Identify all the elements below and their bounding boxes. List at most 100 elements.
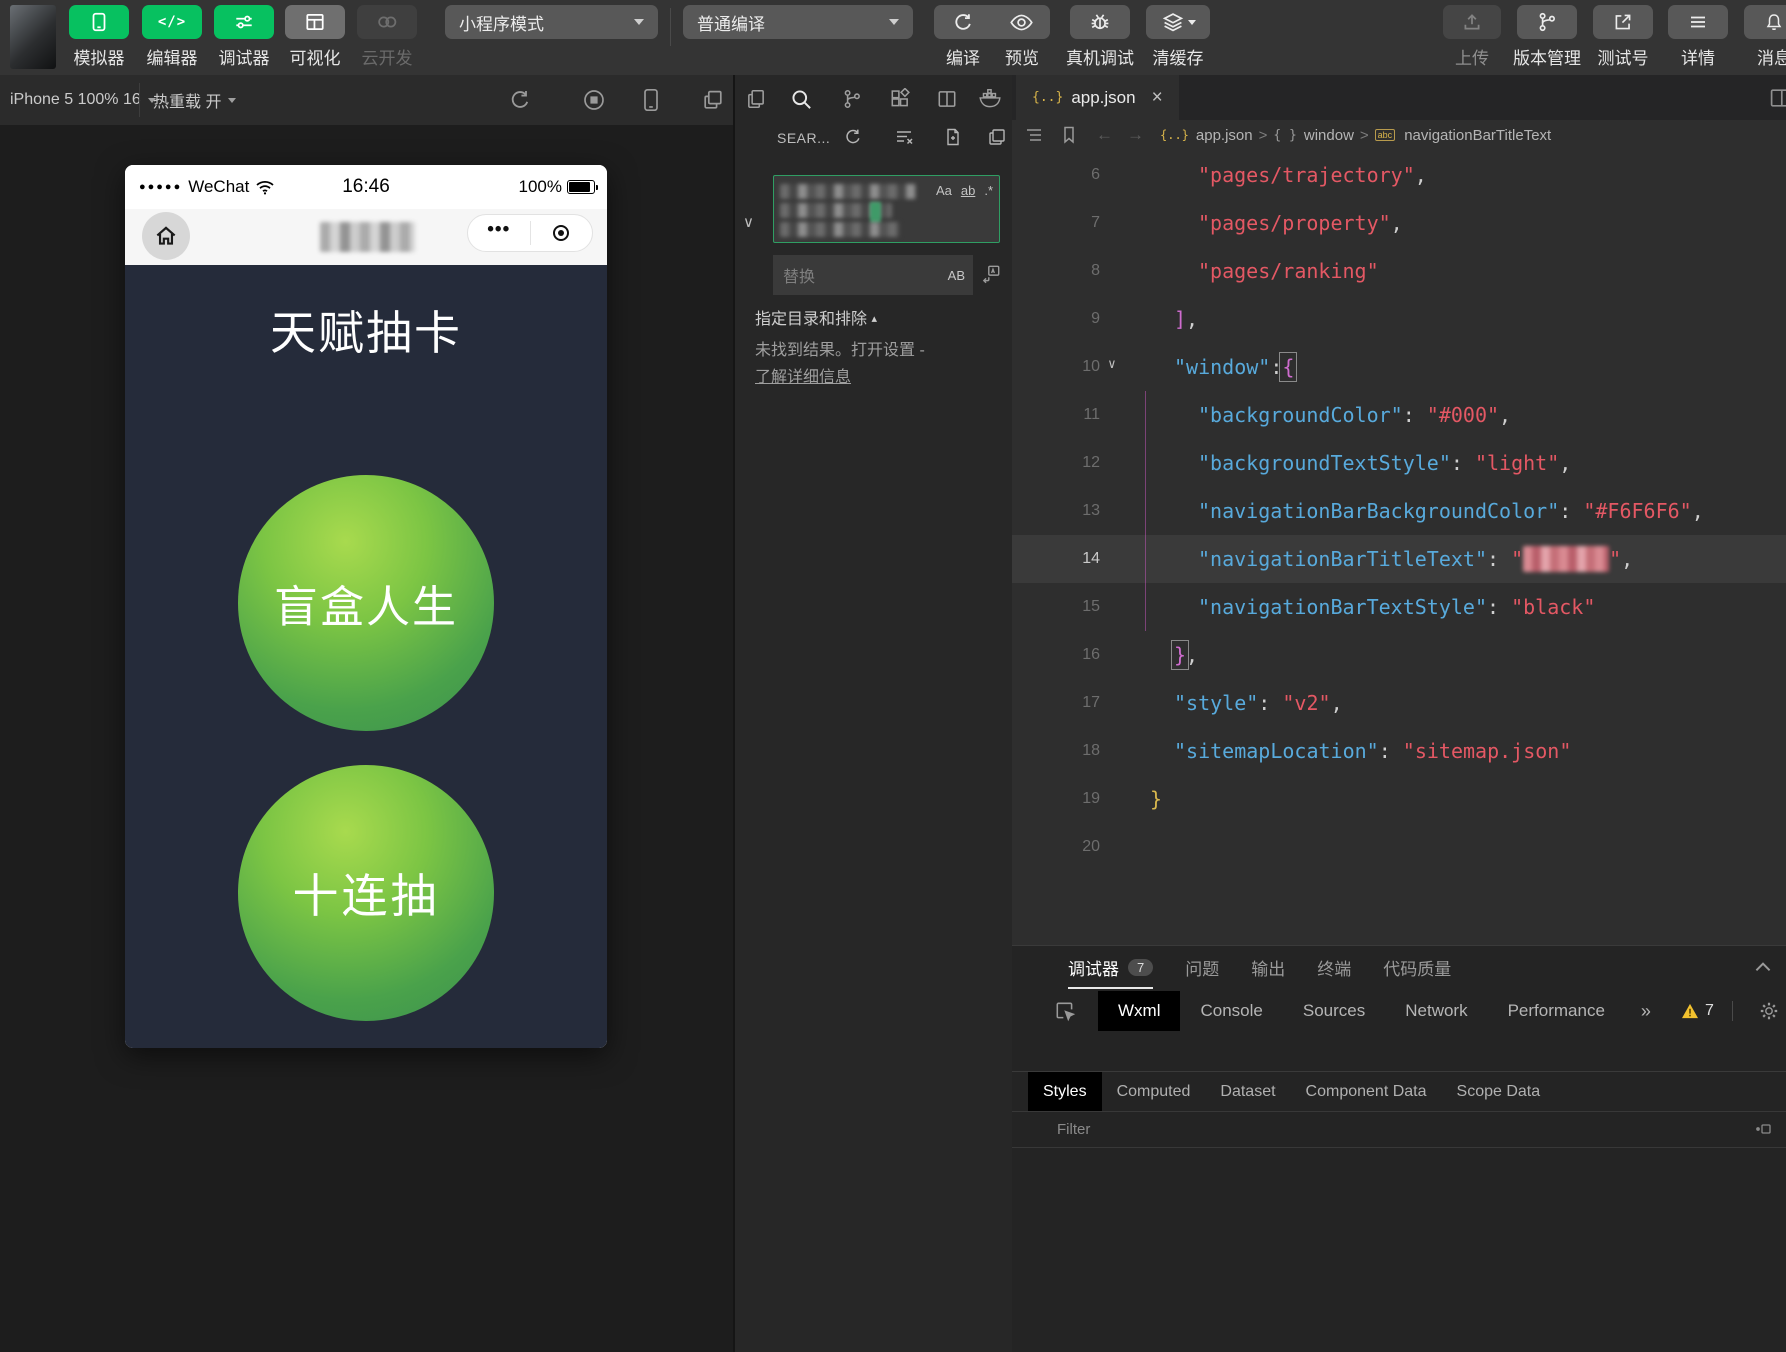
panel-tab-代码质量[interactable]: 代码质量 <box>1383 955 1451 980</box>
styles-tab-component-data[interactable]: Component Data <box>1291 1072 1442 1112</box>
preview-button[interactable] <box>992 5 1050 39</box>
search-icon[interactable] <box>790 88 814 112</box>
ten-draw-button[interactable]: 十连抽 <box>238 765 494 1021</box>
more-tabs-icon[interactable]: » <box>1641 1001 1651 1022</box>
whole-word-toggle[interactable]: ab <box>961 183 975 198</box>
clear-cache-button[interactable]: 清缓存 <box>1143 0 1213 75</box>
breadcrumb-file[interactable]: app.json <box>1196 127 1253 144</box>
more-button[interactable]: ••• <box>468 215 530 251</box>
outline-list-icon[interactable] <box>1024 125 1046 145</box>
open-in-editor-icon[interactable] <box>987 127 1007 147</box>
messages-button[interactable]: 消息 <box>1743 0 1786 75</box>
mode-dropdown[interactable]: 小程序模式 <box>445 5 658 39</box>
regex-toggle[interactable]: .* <box>984 183 993 198</box>
version-button[interactable]: 版本管理 <box>1514 0 1580 75</box>
refresh-search-icon[interactable] <box>843 127 863 147</box>
token: , <box>1331 691 1343 715</box>
token: "light" <box>1475 451 1559 475</box>
devtools-tab-console[interactable]: Console <box>1180 991 1282 1031</box>
panel-tab-调试器[interactable]: 调试器7 <box>1068 955 1153 980</box>
filter-input[interactable]: Filter <box>1057 1121 1090 1138</box>
replace-input[interactable]: 替换 AB <box>773 255 973 295</box>
breadcrumb-leaf[interactable]: navigationBarTitleText <box>1404 127 1551 144</box>
code-line-18[interactable]: 18"sitemapLocation": "sitemap.json" <box>1012 727 1786 775</box>
extensions-icon[interactable] <box>889 88 913 112</box>
clear-results-icon[interactable] <box>895 127 915 147</box>
device-frame-icon[interactable] <box>640 88 664 112</box>
code-line-9[interactable]: 9], <box>1012 295 1786 343</box>
code-line-16[interactable]: 16}, <box>1012 631 1786 679</box>
user-avatar[interactable] <box>10 5 56 69</box>
close-tab-icon[interactable]: × <box>1152 87 1163 109</box>
stop-icon[interactable] <box>582 88 606 112</box>
styles-tab-scope-data[interactable]: Scope Data <box>1442 1072 1556 1112</box>
code-line-13[interactable]: 13"navigationBarBackgroundColor": "#F6F6… <box>1012 487 1786 535</box>
upload-button[interactable]: 上传 <box>1441 0 1503 75</box>
panel-tab-输出[interactable]: 输出 <box>1251 955 1285 980</box>
dirs-exclude-toggle[interactable]: 指定目录和排除 ▴ <box>755 305 877 329</box>
code-line-11[interactable]: 11"backgroundColor": "#000", <box>1012 391 1786 439</box>
forward-icon[interactable]: → <box>1127 125 1144 145</box>
learn-more-link[interactable]: 了解详细信息 <box>755 369 851 386</box>
token: "window" <box>1174 355 1270 379</box>
split-editor-icon[interactable] <box>1768 86 1786 110</box>
replace-all-icon[interactable] <box>980 263 1002 285</box>
new-search-editor-icon[interactable] <box>943 127 963 147</box>
cloud-dev-button[interactable]: 云开发 <box>356 0 418 75</box>
compile-mode-dropdown[interactable]: 普通编译 <box>683 5 913 39</box>
devtools-tab-sources[interactable]: Sources <box>1283 991 1385 1031</box>
visual-button[interactable]: 可视化 <box>284 0 346 75</box>
warning-counter[interactable]: 7 <box>1681 1002 1714 1020</box>
multi-window-icon[interactable] <box>701 88 725 112</box>
code-line-20[interactable]: 20 <box>1012 823 1786 871</box>
code-line-7[interactable]: 7"pages/property", <box>1012 199 1786 247</box>
code-line-8[interactable]: 8"pages/ranking" <box>1012 247 1786 295</box>
search-input[interactable]: Aa ab .* <box>773 175 1000 243</box>
split-editor-icon[interactable] <box>936 88 960 112</box>
devtools-tab-network[interactable]: Network <box>1385 991 1487 1031</box>
token: "navigationBarTitleText" <box>1198 547 1487 571</box>
code-line-6[interactable]: 6"pages/trajectory", <box>1012 151 1786 199</box>
styles-tab-dataset[interactable]: Dataset <box>1205 1072 1290 1112</box>
breadcrumb-node[interactable]: window <box>1304 127 1354 144</box>
fold-icon[interactable]: ∨ <box>1108 341 1116 389</box>
bookmark-icon[interactable] <box>1060 125 1082 145</box>
docker-icon[interactable] <box>978 88 1002 112</box>
blind-box-button[interactable]: 盲盒人生 <box>238 475 494 731</box>
code-line-15[interactable]: 15"navigationBarTextStyle": "black" <box>1012 583 1786 631</box>
simulator-button[interactable]: 模拟器 <box>68 0 130 75</box>
filter-options-icon[interactable] <box>1754 1120 1772 1138</box>
code-line-10[interactable]: 10∨"window":{ <box>1012 343 1786 391</box>
styles-tab-computed[interactable]: Computed <box>1102 1072 1206 1112</box>
panel-tab-问题[interactable]: 问题 <box>1185 955 1219 980</box>
code-line-17[interactable]: 17"style": "v2", <box>1012 679 1786 727</box>
chevron-up-icon[interactable] <box>1752 956 1774 978</box>
devtools-tab-wxml[interactable]: Wxml <box>1098 991 1180 1031</box>
inspect-icon[interactable] <box>1054 1000 1076 1022</box>
tab-app-json[interactable]: {..} app.json × <box>1016 75 1179 120</box>
hot-reload-toggle[interactable]: 热重载 开 <box>153 75 236 125</box>
restart-icon[interactable] <box>508 88 532 112</box>
test-account-button[interactable]: 测试号 <box>1591 0 1655 75</box>
details-button[interactable]: 详情 <box>1667 0 1729 75</box>
files-icon[interactable] <box>745 88 769 112</box>
styles-tab-styles[interactable]: Styles <box>1028 1072 1102 1112</box>
devtools-tab-performance[interactable]: Performance <box>1488 991 1625 1031</box>
gear-icon[interactable] <box>1759 1001 1779 1021</box>
toggle-replace-icon[interactable]: ∨ <box>743 213 754 231</box>
panel-tab-终端[interactable]: 终端 <box>1317 955 1351 980</box>
device-selector[interactable]: iPhone 5 100% 16 <box>10 75 156 125</box>
device-debug-button[interactable]: 真机调试 <box>1066 0 1134 75</box>
code-line-19[interactable]: 19} <box>1012 775 1786 823</box>
code-line-12[interactable]: 12"backgroundTextStyle": "light", <box>1012 439 1786 487</box>
editor-button[interactable]: </> 编辑器 <box>141 0 203 75</box>
home-button[interactable] <box>142 212 190 260</box>
minimize-button[interactable] <box>530 215 592 251</box>
debugger-button[interactable]: 调试器 <box>213 0 275 75</box>
source-control-icon[interactable] <box>841 88 865 112</box>
compile-button[interactable] <box>934 5 992 39</box>
match-case-toggle[interactable]: Aa <box>936 183 952 198</box>
preserve-case-toggle[interactable]: AB <box>948 268 965 283</box>
code-line-14[interactable]: 14"navigationBarTitleText": "", <box>1012 535 1786 583</box>
back-icon[interactable]: ← <box>1096 125 1113 145</box>
